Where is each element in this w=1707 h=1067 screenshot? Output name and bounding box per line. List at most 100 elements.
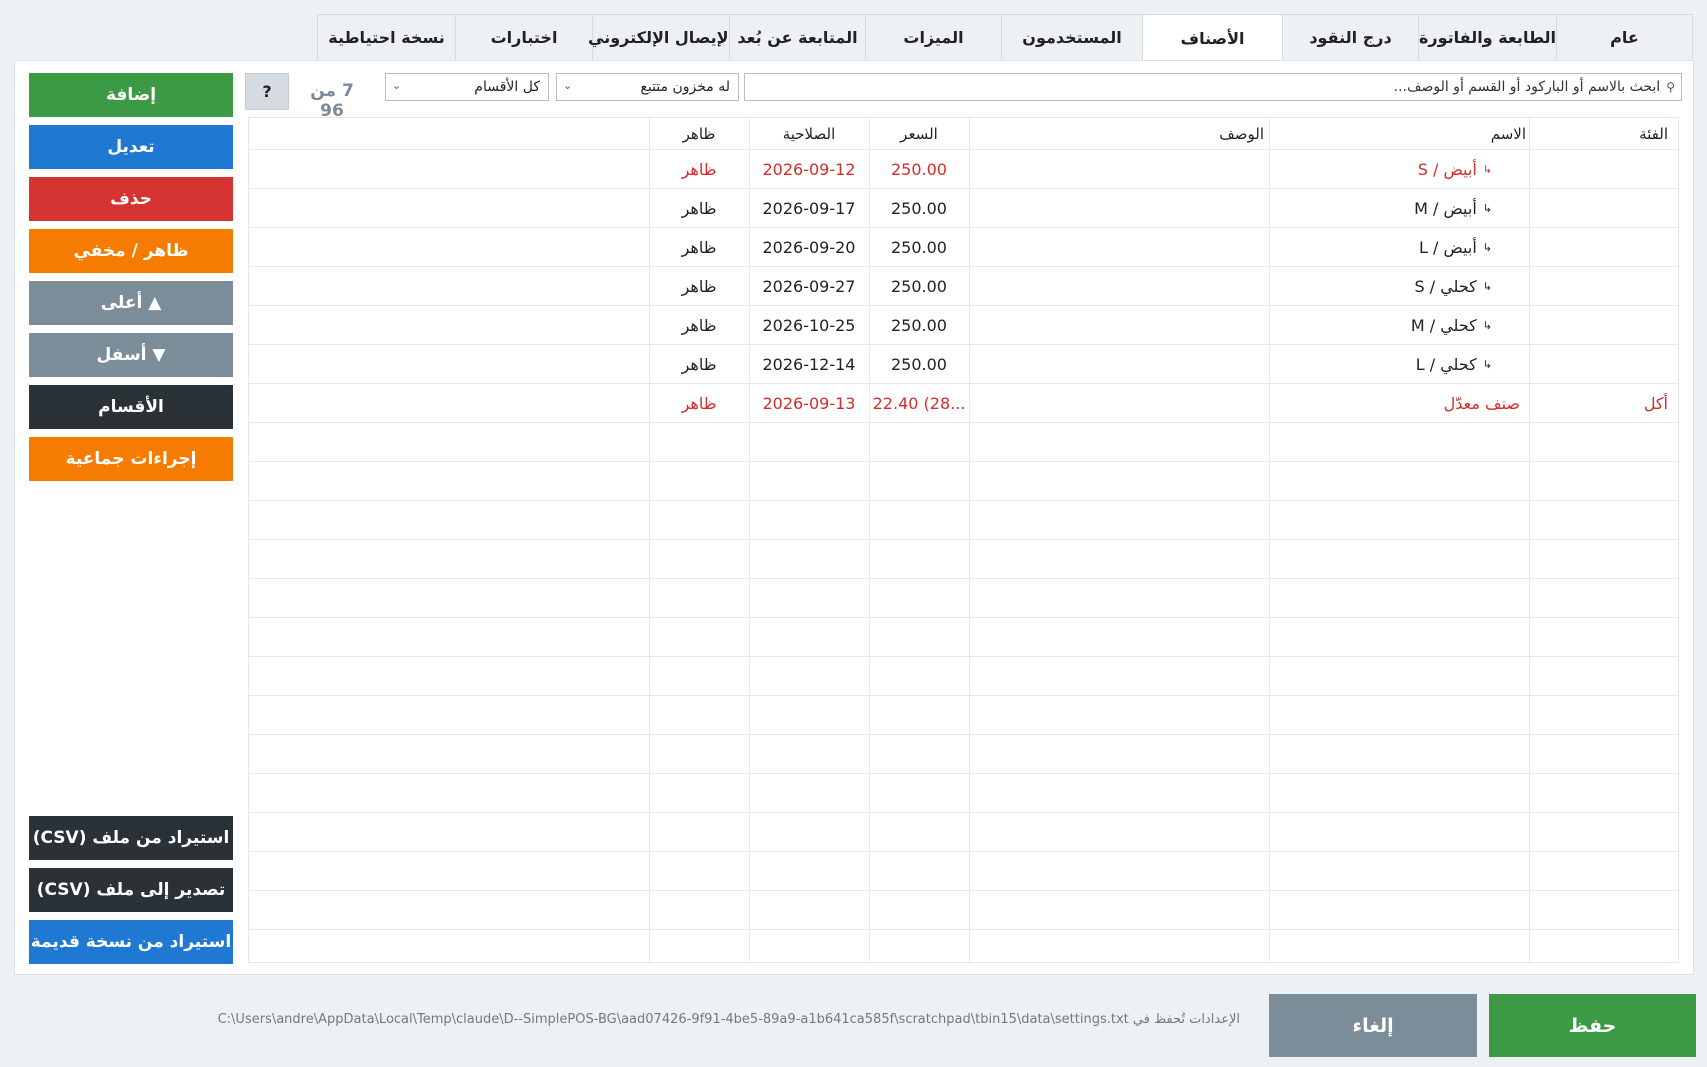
cell-price: 250.00 — [891, 355, 947, 374]
cell-expiry: 2026-09-13 — [762, 394, 856, 413]
chevron-down-icon: ⌄ — [392, 79, 402, 92]
tab-features[interactable]: الميزات — [865, 14, 1002, 59]
tab-cash-drawer[interactable]: درج النقود — [1282, 14, 1419, 59]
save-button[interactable]: حفظ — [1489, 994, 1696, 1057]
search-input[interactable]: ⚲ ابحث بالاسم أو الباركود أو القسم أو ال… — [744, 73, 1682, 101]
tab-printer-invoice[interactable]: الطابعة والفاتورة — [1418, 14, 1557, 59]
cell-name: ↳ كحلي / M — [1274, 306, 1526, 345]
table-row[interactable] — [249, 812, 1678, 852]
delete-button[interactable]: حذف — [29, 177, 233, 221]
table-row[interactable] — [249, 422, 1678, 462]
cell-visible: ظاهر — [681, 394, 717, 413]
cell-category — [1534, 267, 1674, 306]
cell-description — [974, 267, 1264, 306]
table-row[interactable]: ↳ كحلي / S 250.00 2026-09-27 ظاهر — [249, 266, 1678, 306]
cell-name: ↳ كحلي / L — [1274, 345, 1526, 384]
tab-e-receipt[interactable]: الإيصال الإلكتروني — [588, 14, 734, 59]
cell-name-text: أبيض / M — [1414, 199, 1477, 218]
table-row[interactable] — [249, 929, 1678, 969]
tab-backup[interactable]: نسخة احتياطية — [317, 14, 456, 59]
search-icon: ⚲ — [1666, 80, 1675, 94]
cell-description — [974, 384, 1264, 423]
table-row[interactable] — [249, 500, 1678, 540]
variant-arrow-icon: ↳ — [1482, 241, 1492, 254]
variant-arrow-icon: ↳ — [1482, 358, 1492, 371]
edit-button[interactable]: تعديل — [29, 125, 233, 169]
export-csv-button[interactable]: تصدير إلى ملف (CSV) — [29, 868, 233, 912]
cell-name: ↳ أبيض / M — [1274, 189, 1526, 228]
column-header-category[interactable]: الفئة — [1534, 120, 1674, 148]
table-row[interactable]: ↳ أبيض / S 250.00 2026-09-12 ظاهر — [249, 149, 1678, 189]
categories-button[interactable]: الأقسام — [29, 385, 233, 429]
column-header-expiry[interactable]: الصلاحية — [749, 120, 869, 148]
category-filter-select[interactable]: كل الأقسام ⌄ — [385, 73, 549, 101]
cell-description — [974, 150, 1264, 189]
tab-remote-monitoring[interactable]: المتابعة عن بُعد — [729, 14, 866, 59]
column-header-description[interactable]: الوصف — [974, 120, 1264, 148]
variant-arrow-icon: ↳ — [1482, 319, 1492, 332]
table-row[interactable] — [249, 734, 1678, 774]
tab-users[interactable]: المستخدمون — [1001, 14, 1143, 59]
cell-description — [974, 345, 1264, 384]
column-header-name[interactable]: الاسم — [1274, 120, 1526, 148]
import-legacy-button[interactable]: استيراد من نسخة قديمة — [29, 920, 233, 964]
table-row[interactable] — [249, 695, 1678, 735]
cell-expiry: 2026-10-25 — [762, 316, 856, 335]
settings-tabs: عام الطابعة والفاتورة درج النقود الأصناف… — [314, 14, 1693, 61]
tab-tests[interactable]: اختبارات — [455, 14, 593, 59]
table-row[interactable] — [249, 461, 1678, 501]
help-button[interactable]: ? — [245, 73, 289, 110]
cell-category — [1534, 228, 1674, 267]
chevron-down-icon: ⌄ — [563, 79, 573, 92]
cell-description — [974, 306, 1264, 345]
item-count: 7 من 96 — [310, 81, 354, 121]
stock-filter-select[interactable]: له مخزون متتبع ⌄ — [556, 73, 739, 101]
import-csv-button[interactable]: استيراد من ملف (CSV) — [29, 816, 233, 860]
column-header-visible[interactable]: ظاهر — [649, 120, 749, 148]
cancel-button[interactable]: إلغاء — [1269, 994, 1477, 1057]
settings-path: الإعدادات تُحفظ في C:\Users\andre\AppDat… — [217, 1012, 1240, 1027]
bulk-actions-button[interactable]: إجراءات جماعية — [29, 437, 233, 481]
column-header-price[interactable]: السعر — [869, 120, 969, 148]
cell-expiry: 2026-09-27 — [762, 277, 856, 296]
table-row[interactable] — [249, 851, 1678, 891]
items-table[interactable]: الفئة الاسم الوصف السعر الصلاحية ظاهر ↳ أ… — [248, 117, 1679, 963]
cell-price: 250.00 — [891, 316, 947, 335]
table-row[interactable]: أكل صنف معدّل 22.40 (28... 2026-09-13 ظاهر — [249, 383, 1678, 423]
cell-expiry: 2026-09-12 — [762, 160, 856, 179]
table-row[interactable] — [249, 578, 1678, 618]
table-row[interactable] — [249, 539, 1678, 579]
table-row[interactable] — [249, 617, 1678, 657]
stock-filter-value: له مخزون متتبع — [640, 79, 730, 95]
table-row[interactable] — [249, 773, 1678, 813]
search-placeholder: ابحث بالاسم أو الباركود أو القسم أو الوص… — [1393, 79, 1661, 95]
cell-visible: ظاهر — [681, 199, 717, 218]
cell-visible: ظاهر — [681, 277, 717, 296]
cell-expiry: 2026-09-17 — [762, 199, 856, 218]
move-down-button[interactable]: ▼ أسفل — [29, 333, 233, 377]
variant-arrow-icon: ↳ — [1482, 202, 1492, 215]
table-row[interactable]: ↳ أبيض / L 250.00 2026-09-20 ظاهر — [249, 227, 1678, 267]
tab-items[interactable]: الأصناف — [1142, 14, 1283, 61]
cell-price: 250.00 — [891, 199, 947, 218]
cell-price: 250.00 — [891, 238, 947, 257]
cell-name: ↳ أبيض / L — [1274, 228, 1526, 267]
cell-visible: ظاهر — [681, 355, 717, 374]
table-row[interactable] — [249, 656, 1678, 696]
table-row[interactable]: ↳ كحلي / L 250.00 2026-12-14 ظاهر — [249, 344, 1678, 384]
cell-description — [974, 228, 1264, 267]
toggle-visible-button[interactable]: ظاهر / مخفي — [29, 229, 233, 273]
tab-general[interactable]: عام — [1556, 14, 1693, 59]
cell-name-text: أبيض / S — [1417, 160, 1477, 179]
cell-visible: ظاهر — [681, 316, 717, 335]
table-row[interactable]: ↳ كحلي / M 250.00 2026-10-25 ظاهر — [249, 305, 1678, 345]
cell-category — [1534, 189, 1674, 228]
add-button[interactable]: إضافة — [29, 73, 233, 117]
table-row[interactable]: ↳ أبيض / M 250.00 2026-09-17 ظاهر — [249, 188, 1678, 228]
cell-name: ↳ أبيض / S — [1274, 150, 1526, 189]
cell-category — [1534, 306, 1674, 345]
variant-arrow-icon: ↳ — [1482, 280, 1492, 293]
cell-description — [974, 189, 1264, 228]
table-row[interactable] — [249, 890, 1678, 930]
move-up-button[interactable]: ▲ أعلى — [29, 281, 233, 325]
